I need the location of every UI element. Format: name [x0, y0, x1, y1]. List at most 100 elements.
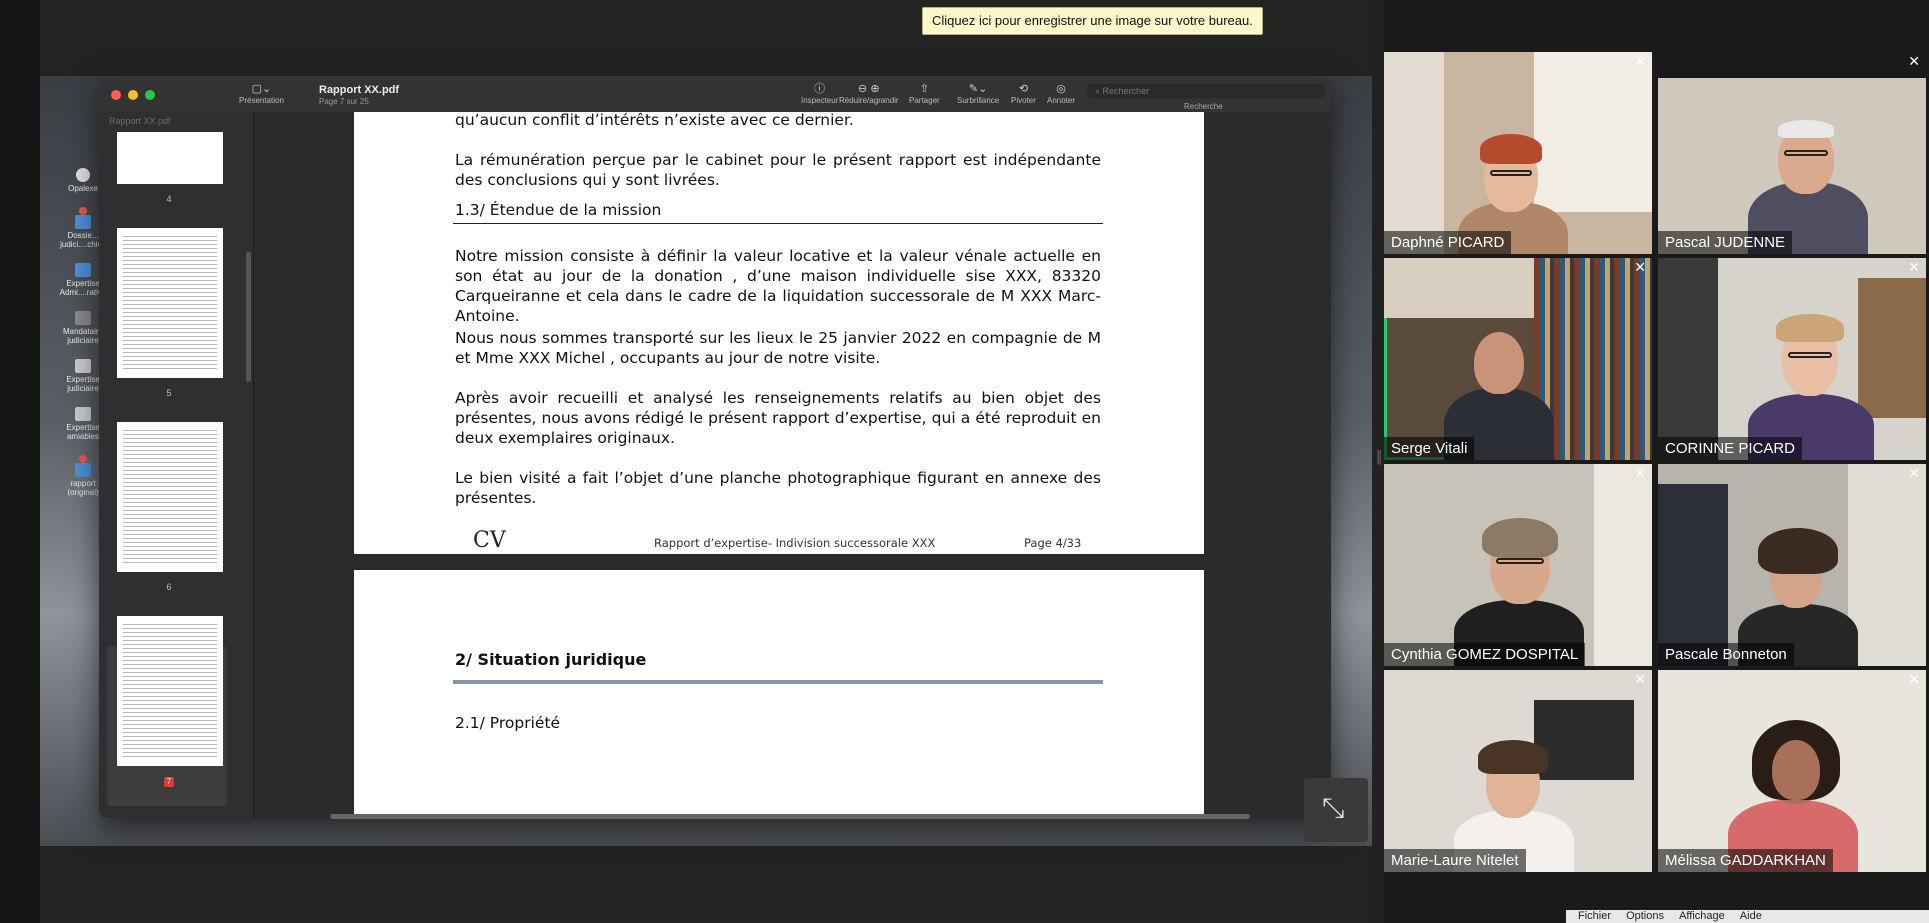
thumbnail-number-selected: 7	[164, 777, 174, 787]
participant-name: Mélissa GADDARKHAN	[1658, 849, 1833, 872]
search-input[interactable]: ⌕ Rechercher	[1087, 84, 1325, 98]
folder-icon	[75, 463, 91, 477]
rotate-button[interactable]: ⟲ Pivoter	[1011, 82, 1036, 105]
participant-gallery: Daphné PICARD ✕ Pascal JUDENNE ✕ Serge V…	[1384, 0, 1929, 923]
share-icon: ⇧	[919, 83, 929, 95]
shared-screen: Cliquez ici pour enregistrer une image s…	[0, 0, 1372, 923]
drag-handle-icon: ║	[1375, 450, 1384, 464]
sidebar-icon: ▢⌄	[251, 83, 272, 95]
heading-rule	[453, 223, 1103, 224]
screenshot-tooltip: Cliquez ici pour enregistrer une image s…	[922, 7, 1263, 35]
close-icon[interactable]: ✕	[1634, 53, 1646, 70]
close-icon[interactable]: ✕	[1634, 465, 1646, 482]
folder-icon	[75, 263, 91, 277]
pdf-page: 2/ Situation juridique 2.1/ Propriété	[354, 570, 1204, 818]
highlight-icon: ✎⌄	[968, 83, 988, 95]
participant-tile[interactable]: Cynthia GOMEZ DOSPITAL ✕	[1384, 464, 1652, 666]
left-edge	[0, 0, 40, 923]
menu-aide[interactable]: Aide	[1740, 910, 1762, 922]
participant-name: Pascal JUDENNE	[1658, 231, 1793, 254]
thumbnail-page-7[interactable]	[117, 616, 223, 766]
maximize-window-button[interactable]	[145, 90, 155, 100]
horizontal-scrollbar[interactable]	[330, 814, 1250, 819]
thumbnail-sidebar: Rapport XX.pdf 4 5 6 7	[99, 112, 254, 818]
annotate-icon: ◎	[1056, 83, 1066, 95]
participant-tile[interactable]: Pascal JUDENNE ✕	[1658, 52, 1926, 254]
participant-name: Serge Vitali	[1384, 437, 1475, 460]
document-title: Rapport XX.pdf	[319, 84, 400, 96]
thumbnail-number: 4	[166, 194, 172, 204]
annotate-button[interactable]: ◎ Annoter	[1047, 82, 1075, 105]
menu-affichage[interactable]: Affichage	[1679, 910, 1725, 922]
zoom-button[interactable]: ⊖ ⊕ Réduire/agrandir	[839, 82, 899, 105]
footer-page-number: Page 4/33	[1024, 536, 1082, 550]
paragraph: Après avoir recueilli et analysé les ren…	[455, 389, 1101, 447]
close-icon[interactable]: ✕	[1634, 671, 1646, 688]
paragraph: qu’aucun conflit d’intérêts n’existe ave…	[455, 112, 854, 129]
thumbnail-number: 5	[166, 388, 172, 398]
participant-tile[interactable]: Marie-Laure Nitelet ✕	[1384, 670, 1652, 872]
pdf-page: qu’aucun conflit d’intérêts n’existe ave…	[354, 112, 1204, 554]
info-icon: ⓘ	[814, 83, 826, 95]
folder-icon	[75, 215, 91, 229]
footer-text: Rapport d’expertise- Indivision successo…	[654, 536, 936, 550]
menu-options[interactable]: Options	[1626, 910, 1664, 922]
participant-tile[interactable]: Pascale Bonneton ✕	[1658, 464, 1926, 666]
drive-icon	[75, 311, 91, 325]
participant-tile[interactable]: CORINNE PICARD ✕	[1658, 258, 1926, 460]
section-heading: 2.1/ Propriété	[455, 714, 561, 732]
close-icon[interactable]: ✕	[1908, 671, 1920, 688]
tag-dot-icon	[79, 455, 87, 463]
sidebar-title: Rapport XX.pdf	[109, 116, 171, 126]
thumbnail-page-5[interactable]	[117, 228, 223, 378]
paragraph: La rémunération perçue par le cabinet po…	[455, 151, 1101, 189]
menu-bar: Fichier Options Affichage Aide	[1566, 910, 1929, 923]
collapse-screen-button[interactable]: ⤡	[1304, 778, 1368, 842]
sidebar-toggle-button[interactable]: ▢⌄ Présentation	[239, 82, 284, 105]
participant-name: Cynthia GOMEZ DOSPITAL	[1384, 643, 1586, 666]
participant-tile[interactable]: Mélissa GADDARKHAN ✕	[1658, 670, 1926, 872]
search-label: Recherche	[1184, 102, 1223, 111]
participant-name: Daphné PICARD	[1384, 231, 1512, 254]
section-heading: 2/ Situation juridique	[455, 650, 647, 669]
close-icon[interactable]: ✕	[1908, 465, 1920, 482]
preview-window: ▢⌄ Présentation Rapport XX.pdf Page 7 sur…	[99, 78, 1331, 818]
participant-name: CORINNE PICARD	[1658, 437, 1803, 460]
close-icon[interactable]: ✕	[1908, 259, 1920, 276]
zoom-icon: ⊖ ⊕	[858, 83, 880, 95]
thumbnail-number: 6	[166, 582, 172, 592]
close-window-button[interactable]	[111, 90, 121, 100]
highlight-button[interactable]: ✎⌄ Surbrillance	[957, 82, 999, 105]
tag-dot-icon	[79, 207, 87, 215]
thumbnail-page-4[interactable]	[117, 132, 223, 184]
thumbnail-page-6[interactable]	[117, 422, 223, 572]
minimize-window-button[interactable]	[128, 90, 138, 100]
doc-icon	[75, 407, 91, 421]
paragraph: Nous nous sommes transporté sur les lieu…	[455, 329, 1101, 367]
heading-rule	[453, 680, 1103, 684]
window-titlebar: ▢⌄ Présentation Rapport XX.pdf Page 7 sur…	[99, 78, 1331, 113]
section-heading: 1.3/ Étendue de la mission	[455, 201, 662, 219]
paragraph: Notre mission consiste à définir la vale…	[455, 247, 1101, 325]
pane-divider[interactable]: ║	[1372, 0, 1384, 923]
participant-tile-active[interactable]: Serge Vitali ✕	[1384, 258, 1652, 460]
share-button[interactable]: ⇧ Partager	[909, 82, 940, 105]
window-controls	[111, 90, 155, 100]
app-icon	[76, 168, 90, 182]
participant-name: Pascale Bonneton	[1658, 643, 1794, 666]
participant-name: Marie-Laure Nitelet	[1384, 849, 1526, 872]
document-page-info: Page 7 sur 25	[319, 97, 369, 106]
footer-logo: CV	[473, 528, 506, 553]
collapse-icon: ⤡	[1322, 792, 1345, 823]
sidebar-scrollbar[interactable]	[246, 252, 251, 382]
inspector-button[interactable]: ⓘ Inspecteur	[801, 82, 838, 105]
search-icon: ⌕	[1095, 86, 1103, 96]
participant-tile[interactable]: Daphné PICARD ✕	[1384, 52, 1652, 254]
rotate-icon: ⟲	[1018, 83, 1029, 95]
document-viewer: qu’aucun conflit d’intérêts n’existe ave…	[254, 112, 1331, 818]
doc-icon	[75, 359, 91, 373]
close-icon[interactable]: ✕	[1634, 259, 1646, 276]
close-icon[interactable]: ✕	[1908, 53, 1920, 70]
paragraph: Le bien visité a fait l’objet d’une plan…	[455, 469, 1101, 507]
menu-fichier[interactable]: Fichier	[1578, 910, 1611, 922]
